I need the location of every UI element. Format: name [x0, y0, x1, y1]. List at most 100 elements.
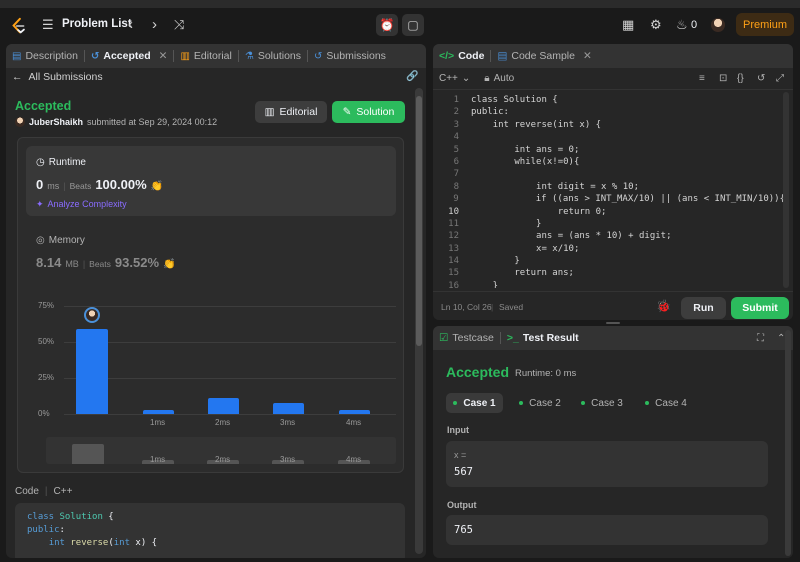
layout-icon[interactable]: ▦: [622, 17, 634, 33]
left-scrollbar-thumb[interactable]: [416, 96, 422, 346]
result-scrollbar[interactable]: [785, 330, 791, 556]
line-number: 13: [448, 243, 459, 254]
output-box: 765: [446, 515, 768, 545]
premium-button[interactable]: Premium: [736, 13, 794, 36]
case-tab-2[interactable]: Case 2: [512, 393, 568, 413]
result-status: Accepted: [446, 364, 510, 380]
chart-bar-3ms[interactable]: [272, 403, 304, 414]
code-section-header: Code | C++: [15, 486, 73, 497]
range-tick-label: 2ms: [215, 455, 231, 464]
editor-line: 4: [433, 131, 785, 143]
chart-bar-1ms[interactable]: [142, 410, 174, 414]
editor-line: 6 while(x!=0){: [433, 156, 785, 168]
line-number: 3: [453, 119, 459, 130]
editor-line: 5 int ans = 0;: [433, 144, 785, 156]
auto-mode[interactable]: 🔒︎ Auto: [484, 73, 514, 84]
line-code: return 0;: [557, 206, 607, 217]
panel-splitter-handle[interactable]: [606, 322, 620, 324]
reset-icon[interactable]: ↺: [757, 73, 765, 84]
editor-line: 3 int reverse(int x) {: [433, 119, 785, 131]
editor-scrollbar[interactable]: [783, 92, 789, 288]
code-line: public:: [27, 525, 65, 535]
language-select[interactable]: C++ ⌄: [439, 73, 470, 84]
case-tab-4[interactable]: Case 4: [638, 393, 694, 413]
output-value: 765: [454, 524, 473, 536]
tab-code-sample[interactable]: ▤ Code Sample ✕: [491, 50, 597, 62]
editor-line: 13 x= x/10;: [433, 243, 785, 255]
line-code: int reverse(int x) {: [492, 119, 602, 130]
input-label: Input: [447, 425, 469, 435]
close-tab-icon[interactable]: ✕: [583, 50, 592, 62]
cursor-position: Ln 10, Col 26: [441, 302, 492, 312]
tab-code[interactable]: </> Code: [433, 50, 490, 62]
chart-gridline: [64, 414, 396, 415]
line-number: 6: [453, 156, 459, 167]
format-icon[interactable]: ≡: [699, 73, 705, 84]
top-strip: [0, 0, 800, 8]
streak-fire-icon[interactable]: ♨: [676, 17, 688, 33]
line-number: 9: [453, 194, 459, 205]
code-editor-panel: </> Code ▤ Code Sample ✕ C++ ⌄ 🔒︎ Auto ≡ ⊡ {}…: [433, 44, 793, 320]
line-code: return ans;: [514, 268, 574, 279]
line-number: 15: [448, 268, 459, 279]
line-code: }: [471, 218, 542, 229]
problem-list-link[interactable]: Problem List: [62, 18, 132, 30]
chart-gridline: [64, 306, 396, 307]
leetcode-logo[interactable]: [10, 17, 28, 35]
output-label: Output: [447, 500, 477, 510]
editor-line: 16 }: [433, 280, 785, 288]
prev-problem-icon[interactable]: ‹: [128, 16, 133, 33]
line-number: 11: [448, 218, 459, 229]
submit-button[interactable]: Submit: [731, 297, 789, 319]
alarm-icon: ⏰: [379, 18, 395, 32]
line-number: 14: [448, 256, 459, 267]
line-number: 8: [453, 181, 459, 192]
tab-testcase[interactable]: ☑ Testcase: [433, 332, 500, 344]
lock-icon: 🔒︎: [484, 73, 490, 84]
x-tick-label: 2ms: [215, 418, 231, 427]
pass-dot: [645, 401, 650, 405]
x-tick-label: 4ms: [346, 418, 362, 427]
editor-line: 9 if ((ans > INT_MAX/10) || (ans < INT_M…: [433, 193, 785, 205]
chart-bar-0ms[interactable]: [76, 329, 108, 414]
list-icon[interactable]: ☰: [42, 17, 54, 33]
line-code: class Solution {: [471, 95, 558, 105]
debug-bug-icon[interactable]: 🐞: [656, 299, 671, 313]
line-number: 12: [448, 231, 459, 242]
result-runtime: Runtime: 0 ms: [515, 368, 577, 379]
editor-line: 12 ans = (ans * 10) + digit;: [433, 230, 785, 242]
streak-count: 0: [691, 19, 698, 31]
range-tick-label: 1ms: [150, 455, 166, 464]
expand-icon[interactable]: ⤢: [776, 73, 784, 84]
y-tick-label: 0%: [38, 409, 50, 418]
timer-button[interactable]: ⏰: [376, 14, 398, 36]
user-avatar[interactable]: [711, 18, 725, 32]
input-variable: x =: [454, 450, 467, 460]
line-code: public:: [471, 107, 509, 118]
input-box: x = 567: [446, 441, 768, 487]
line-number: 2: [453, 107, 459, 118]
braces-icon[interactable]: {}: [737, 73, 744, 84]
code-editor[interactable]: 1 class Solution {2 public: 3 int reverse(i…: [433, 94, 785, 288]
notes-button[interactable]: ▢: [402, 14, 424, 36]
editor-line: 10 return 0;: [433, 206, 785, 218]
top-navbar: ☰ Problem List ‹ › ⤨ ⏰ ▢ ▦ ⚙ ♨ 0 Premium: [0, 8, 800, 42]
pass-dot: [581, 401, 586, 405]
bookmark-icon[interactable]: ⊡: [719, 73, 727, 84]
case-tab-1[interactable]: Case 1: [446, 393, 503, 413]
editor-statusbar: Ln 10, Col 26 | Saved 🐞 Run Submit: [433, 291, 793, 320]
x-tick-label: 3ms: [280, 418, 296, 427]
chart-gridline: [64, 378, 396, 379]
chart-bar-2ms[interactable]: [207, 398, 239, 414]
maximize-icon[interactable]: ⛶: [757, 333, 764, 344]
tab-test-result[interactable]: >_ Test Result: [501, 332, 585, 344]
shuffle-icon[interactable]: ⤨: [174, 17, 184, 33]
run-button[interactable]: Run: [681, 297, 726, 319]
settings-icon[interactable]: ⚙: [650, 17, 662, 33]
case-tab-3[interactable]: Case 3: [574, 393, 630, 413]
range-tick-label: 3ms: [280, 455, 296, 464]
code-icon: </>: [439, 50, 455, 62]
next-problem-icon[interactable]: ›: [152, 16, 157, 33]
line-code: if ((ans > INT_MAX/10) || (ans < INT_MIN…: [535, 194, 785, 205]
chart-bar-4ms[interactable]: [338, 410, 370, 414]
